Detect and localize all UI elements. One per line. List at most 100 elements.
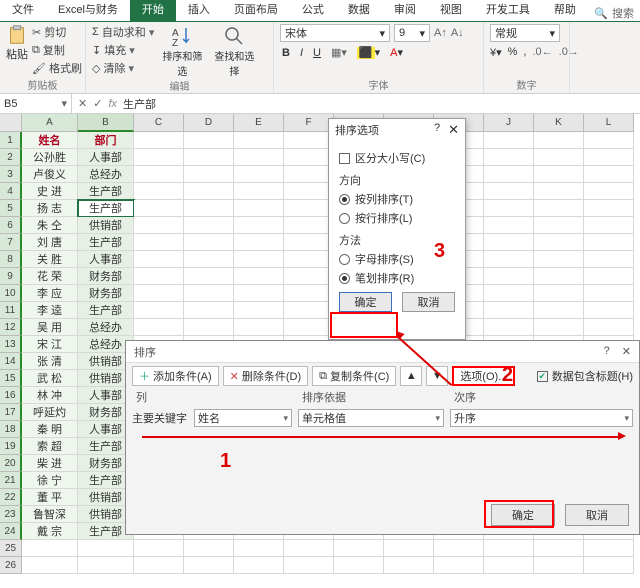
cell[interactable] bbox=[284, 234, 334, 251]
cut-button[interactable]: ✂剪切 bbox=[32, 24, 82, 40]
decrease-font-icon[interactable]: A↓ bbox=[451, 27, 464, 39]
cell[interactable]: 扬 志 bbox=[22, 200, 78, 217]
cell[interactable] bbox=[384, 540, 434, 557]
move-down-button[interactable]: ▼ bbox=[426, 366, 448, 386]
italic-button[interactable]: I bbox=[300, 47, 303, 59]
tab-excel-finance[interactable]: Excel与财务 bbox=[46, 0, 130, 21]
cell[interactable]: 公孙胜 bbox=[22, 149, 78, 166]
sort-filter-button[interactable]: AZ 排序和筛选 bbox=[158, 24, 206, 78]
cell[interactable] bbox=[234, 557, 284, 574]
search-box[interactable]: 🔍 搜索 bbox=[594, 5, 640, 21]
cell[interactable]: 朱 仝 bbox=[22, 217, 78, 234]
row-header[interactable]: 24 bbox=[0, 523, 22, 540]
column-header[interactable]: E bbox=[234, 114, 284, 132]
cell[interactable] bbox=[584, 285, 634, 302]
number-format-combo[interactable]: 常规▾ bbox=[490, 24, 560, 42]
ok-button[interactable]: 确定 bbox=[339, 292, 392, 312]
cell[interactable] bbox=[184, 149, 234, 166]
cell[interactable] bbox=[234, 149, 284, 166]
cell[interactable] bbox=[534, 217, 584, 234]
underline-button[interactable]: U bbox=[313, 47, 321, 59]
stroke-sort-radio[interactable]: 笔划排序(R) bbox=[339, 270, 455, 286]
cell[interactable] bbox=[184, 285, 234, 302]
column-header[interactable]: D bbox=[184, 114, 234, 132]
cell[interactable]: 生产部 bbox=[78, 302, 134, 319]
cell[interactable]: 林 冲 bbox=[22, 387, 78, 404]
column-header[interactable]: C bbox=[134, 114, 184, 132]
cell[interactable] bbox=[484, 149, 534, 166]
tab-view[interactable]: 视图 bbox=[428, 0, 474, 21]
cell[interactable] bbox=[484, 302, 534, 319]
column-header[interactable]: A bbox=[22, 114, 78, 132]
border-button[interactable]: ▦▾ bbox=[331, 46, 347, 59]
move-up-button[interactable]: ▲ bbox=[400, 366, 422, 386]
cell[interactable] bbox=[584, 319, 634, 336]
cell[interactable] bbox=[234, 132, 284, 149]
cell[interactable] bbox=[184, 166, 234, 183]
cell[interactable] bbox=[134, 557, 184, 574]
name-box[interactable]: B5▾ bbox=[0, 94, 72, 113]
cell[interactable]: 生产部 bbox=[78, 200, 134, 217]
cell[interactable] bbox=[584, 557, 634, 574]
row-header[interactable]: 19 bbox=[0, 438, 22, 455]
cell[interactable] bbox=[234, 285, 284, 302]
accept-formula-icon[interactable]: ✓ bbox=[93, 97, 102, 110]
cell[interactable]: 总经办 bbox=[78, 319, 134, 336]
cell[interactable]: 张 清 bbox=[22, 353, 78, 370]
tab-developer[interactable]: 开发工具 bbox=[474, 0, 542, 21]
cell[interactable] bbox=[234, 200, 284, 217]
column-header[interactable]: L bbox=[584, 114, 634, 132]
cell[interactable] bbox=[234, 166, 284, 183]
cell[interactable] bbox=[584, 217, 634, 234]
cell[interactable]: 财务部 bbox=[78, 285, 134, 302]
row-header[interactable]: 26 bbox=[0, 557, 22, 574]
cell[interactable] bbox=[534, 251, 584, 268]
cell[interactable] bbox=[584, 251, 634, 268]
select-all-corner[interactable] bbox=[0, 114, 22, 132]
find-select-button[interactable]: 查找和选择 bbox=[210, 24, 258, 78]
comma-icon[interactable]: , bbox=[523, 46, 526, 59]
cell[interactable] bbox=[484, 166, 534, 183]
help-icon[interactable]: ? bbox=[604, 345, 610, 358]
cell[interactable] bbox=[234, 251, 284, 268]
cell[interactable] bbox=[484, 132, 534, 149]
row-header[interactable]: 23 bbox=[0, 506, 22, 523]
cell[interactable]: 姓名 bbox=[22, 132, 78, 149]
tab-formulas[interactable]: 公式 bbox=[290, 0, 336, 21]
cell[interactable] bbox=[584, 149, 634, 166]
cell[interactable] bbox=[384, 557, 434, 574]
cell[interactable] bbox=[234, 540, 284, 557]
row-header[interactable]: 15 bbox=[0, 370, 22, 387]
cell[interactable] bbox=[134, 166, 184, 183]
row-header[interactable]: 13 bbox=[0, 336, 22, 353]
tab-page-layout[interactable]: 页面布局 bbox=[222, 0, 290, 21]
cell[interactable] bbox=[284, 557, 334, 574]
cell[interactable] bbox=[584, 166, 634, 183]
clear-button[interactable]: ◇清除▾ bbox=[92, 60, 154, 76]
cell[interactable] bbox=[534, 132, 584, 149]
row-header[interactable]: 17 bbox=[0, 404, 22, 421]
cell[interactable]: 董 平 bbox=[22, 489, 78, 506]
tab-file[interactable]: 文件 bbox=[0, 0, 46, 21]
sort-field-combo[interactable]: 姓名▾ bbox=[194, 409, 292, 427]
cell[interactable] bbox=[334, 557, 384, 574]
cell[interactable] bbox=[184, 251, 234, 268]
cell[interactable] bbox=[184, 132, 234, 149]
cell[interactable] bbox=[534, 302, 584, 319]
column-header[interactable]: B bbox=[78, 114, 134, 132]
add-level-button[interactable]: ＋添加条件(A) bbox=[132, 366, 219, 386]
row-header[interactable]: 12 bbox=[0, 319, 22, 336]
copy-level-button[interactable]: ⧉复制条件(C) bbox=[312, 366, 396, 386]
cell[interactable]: 戴 宗 bbox=[22, 523, 78, 540]
row-header[interactable]: 10 bbox=[0, 285, 22, 302]
sort-by-row-radio[interactable]: 按行排序(L) bbox=[339, 210, 455, 226]
cell[interactable]: 人事部 bbox=[78, 149, 134, 166]
cell[interactable] bbox=[134, 251, 184, 268]
cell[interactable] bbox=[134, 285, 184, 302]
cell[interactable] bbox=[134, 540, 184, 557]
cell[interactable] bbox=[484, 251, 534, 268]
cell[interactable] bbox=[134, 302, 184, 319]
cell[interactable]: 总经办 bbox=[78, 166, 134, 183]
cell[interactable] bbox=[284, 302, 334, 319]
cell[interactable]: 人事部 bbox=[78, 251, 134, 268]
